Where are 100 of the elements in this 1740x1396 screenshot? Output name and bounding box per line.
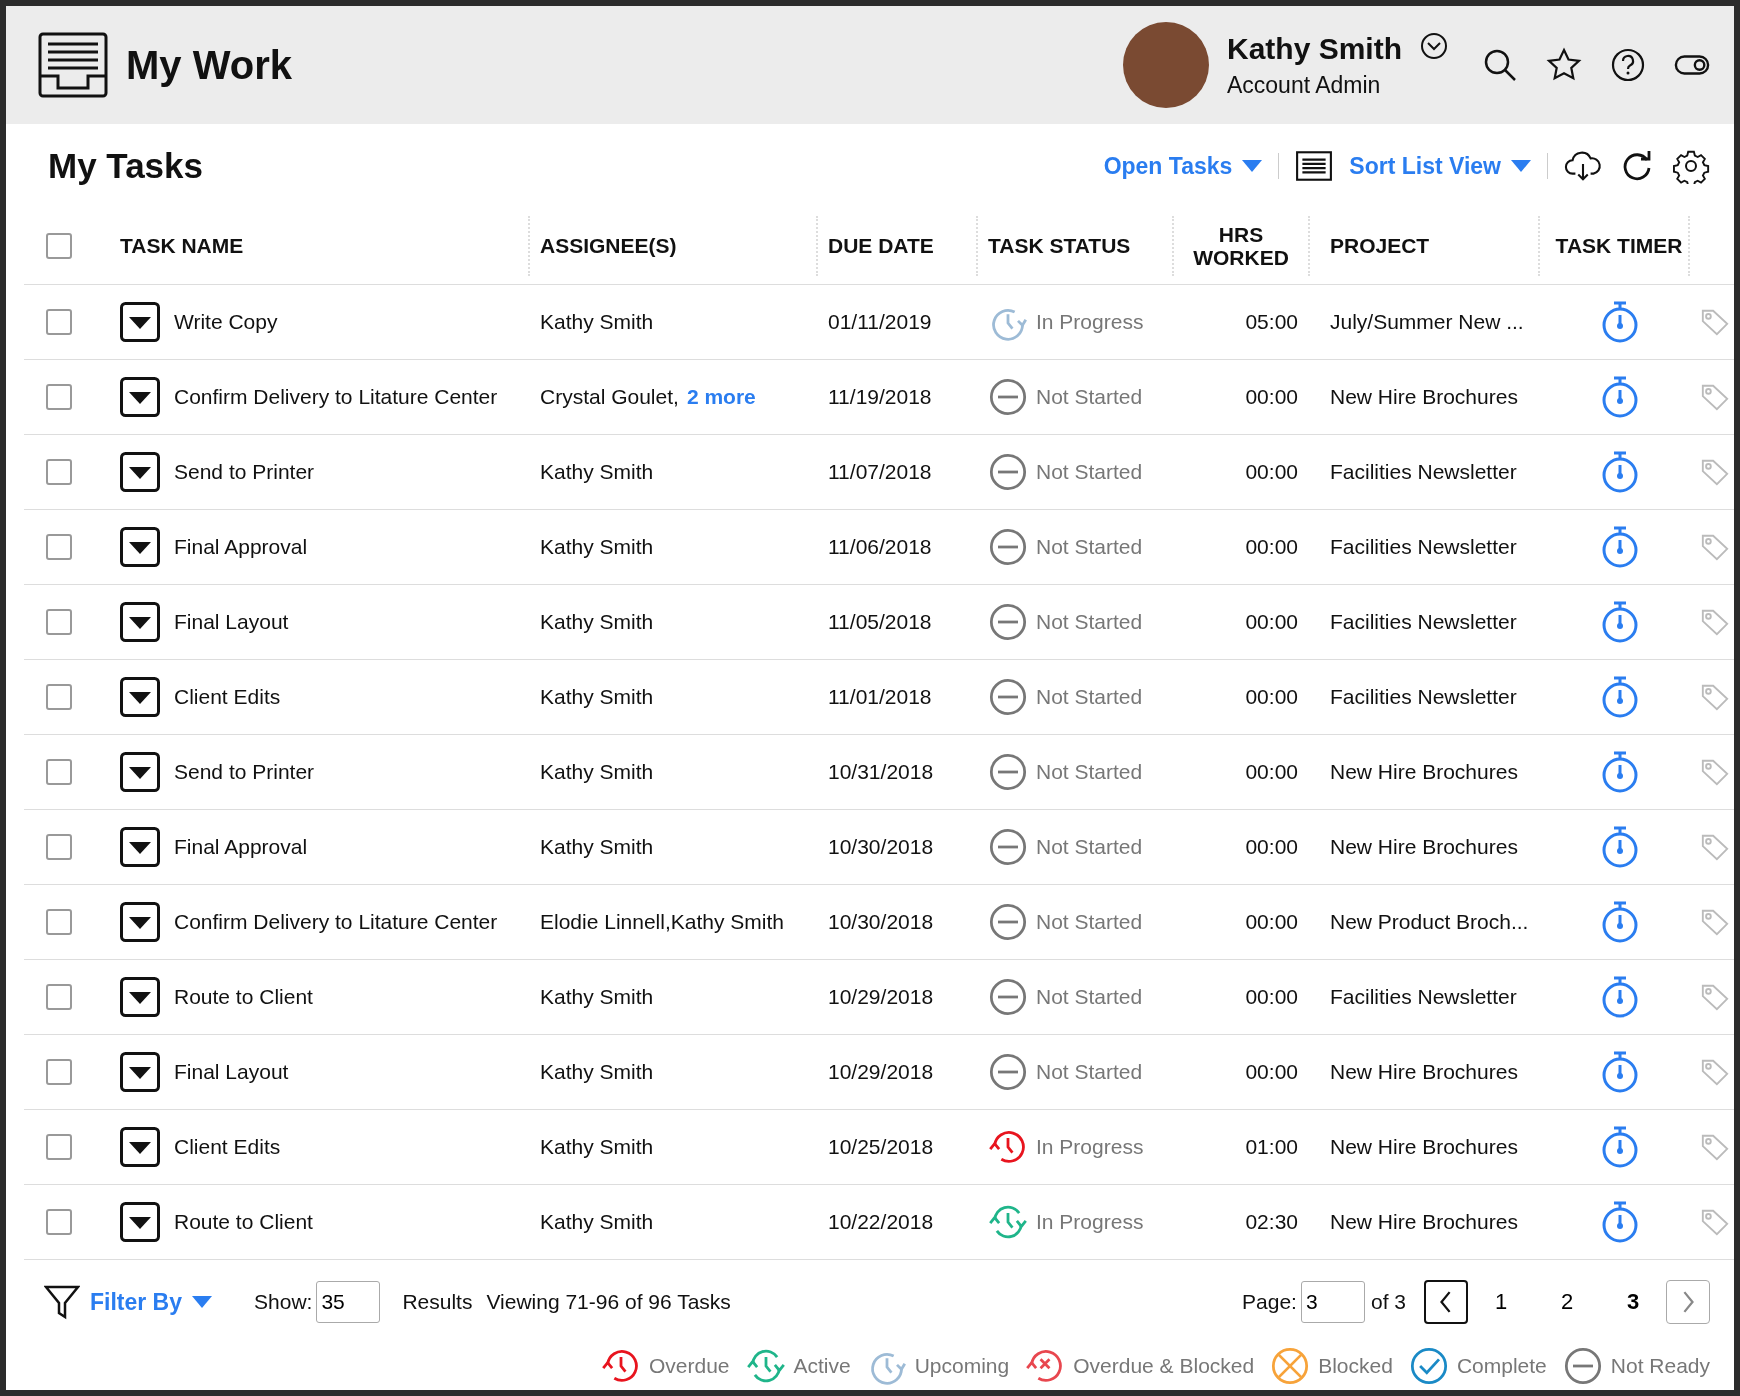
task-name[interactable]: Final Layout	[174, 610, 289, 634]
status-label: In Progress	[1036, 1135, 1144, 1159]
task-name[interactable]: Final Layout	[174, 1060, 289, 1084]
page-number[interactable]: 2	[1534, 1288, 1600, 1316]
dropdown-icon[interactable]	[120, 302, 160, 342]
due-date: 10/29/2018	[828, 1060, 934, 1084]
column-header[interactable]: DUE DATE	[828, 234, 934, 258]
show-count-field[interactable]: 35	[316, 1281, 381, 1323]
dropdown-icon[interactable]	[120, 377, 160, 417]
task-name[interactable]: Final Approval	[174, 535, 308, 559]
stopwatch-icon[interactable]	[1600, 450, 1640, 494]
task-name[interactable]: Write Copy	[174, 310, 278, 334]
stopwatch-icon[interactable]	[1600, 1050, 1640, 1094]
search-icon[interactable]	[1482, 47, 1518, 83]
dropdown-icon[interactable]	[120, 827, 160, 867]
caret-icon	[192, 1296, 213, 1308]
stopwatch-icon[interactable]	[1600, 975, 1640, 1019]
row-checkbox[interactable]	[46, 684, 72, 710]
dropdown-icon[interactable]	[120, 1052, 160, 1092]
row-checkbox[interactable]	[46, 834, 72, 860]
stopwatch-icon[interactable]	[1600, 750, 1640, 794]
hours-worked: 00:00	[1245, 910, 1298, 934]
page-field[interactable]: 3	[1300, 1281, 1365, 1323]
legend-label: Overdue & Blocked	[1073, 1354, 1255, 1378]
stopwatch-icon[interactable]	[1600, 600, 1640, 644]
dropdown-icon[interactable]	[120, 1202, 160, 1242]
project-name: July/Summer New ...	[1330, 310, 1524, 334]
task-name[interactable]: Route to Client	[174, 1210, 313, 1234]
dropdown-icon[interactable]	[120, 602, 160, 642]
dropdown-icon[interactable]	[120, 977, 160, 1017]
stopwatch-icon[interactable]	[1600, 825, 1640, 869]
stopwatch-icon[interactable]	[1600, 375, 1640, 419]
filter-by-dropdown[interactable]: Filter By	[90, 1288, 213, 1316]
task-name[interactable]: Client Edits	[174, 1135, 281, 1159]
row-checkbox[interactable]	[46, 309, 72, 335]
column-header[interactable]: HRS WORKED	[1184, 222, 1298, 270]
cross-circle-icon	[1270, 1346, 1311, 1386]
user-role: Account Admin	[1226, 71, 1382, 99]
page-number[interactable]: 3	[1600, 1288, 1666, 1316]
row-checkbox[interactable]	[46, 984, 72, 1010]
hours-worked: 00:00	[1245, 385, 1298, 409]
page-number[interactable]: 1	[1468, 1288, 1534, 1316]
due-date: 11/06/2018	[828, 535, 932, 559]
dropdown-icon[interactable]	[120, 1127, 160, 1167]
hours-worked: 00:00	[1245, 1060, 1298, 1084]
stopwatch-icon[interactable]	[1600, 1200, 1640, 1244]
dropdown-icon[interactable]	[120, 527, 160, 567]
task-name[interactable]: Confirm Delivery to Litature Center	[174, 910, 498, 934]
row-checkbox[interactable]	[46, 459, 72, 485]
task-name[interactable]: Route to Client	[174, 985, 313, 1009]
row-checkbox[interactable]	[46, 1134, 72, 1160]
task-name[interactable]: Confirm Delivery to Litature Center	[174, 385, 498, 409]
task-name[interactable]: Send to Printer	[174, 460, 315, 484]
project-name: New Hire Brochures	[1330, 835, 1518, 859]
sort-view-dropdown[interactable]: Sort List View	[1349, 152, 1531, 180]
dropdown-icon[interactable]	[120, 677, 160, 717]
assignee: Kathy Smith	[540, 460, 654, 484]
stopwatch-icon[interactable]	[1600, 900, 1640, 944]
row-checkbox[interactable]	[46, 1209, 72, 1235]
more-link[interactable]: 2 more	[686, 385, 756, 409]
row-checkbox[interactable]	[46, 1059, 72, 1085]
dropdown-icon[interactable]	[120, 452, 160, 492]
dropdown-icon[interactable]	[120, 752, 160, 792]
task-name[interactable]: Send to Printer	[174, 760, 315, 784]
hours-worked: 00:00	[1245, 760, 1298, 784]
stopwatch-icon[interactable]	[1600, 525, 1640, 569]
column-header[interactable]: TASK TIMER	[1555, 234, 1683, 258]
dropdown-icon[interactable]	[120, 902, 160, 942]
project-name: Facilities Newsletter	[1330, 460, 1517, 484]
hours-worked: 00:00	[1245, 460, 1298, 484]
user-name[interactable]: Kathy Smith	[1226, 31, 1402, 66]
column-header[interactable]: PROJECT	[1330, 234, 1430, 258]
list-icon[interactable]	[1295, 148, 1334, 184]
open-tasks-dropdown[interactable]: Open Tasks	[1103, 152, 1263, 180]
assignee: Kathy Smith	[540, 1060, 654, 1084]
task-name[interactable]: Client Edits	[174, 685, 281, 709]
column-header[interactable]: ASSIGNEE(S)	[540, 234, 677, 258]
row-checkbox[interactable]	[46, 384, 72, 410]
status-label: In Progress	[1036, 1210, 1144, 1234]
settings-icon[interactable]	[1672, 148, 1710, 184]
next-page-button[interactable]	[1666, 1280, 1710, 1324]
row-checkbox[interactable]	[46, 759, 72, 785]
filter-icon[interactable]	[44, 1284, 80, 1320]
inbox-tray-icon	[38, 32, 108, 98]
stopwatch-icon[interactable]	[1600, 1125, 1640, 1169]
previous-page-button[interactable]	[1424, 1280, 1468, 1324]
stopwatch-icon[interactable]	[1600, 300, 1640, 344]
task-name[interactable]: Final Approval	[174, 835, 308, 859]
minus-circle-icon	[988, 902, 1028, 942]
row-checkbox[interactable]	[46, 909, 72, 935]
hours-worked: 00:00	[1245, 985, 1298, 1009]
stopwatch-icon[interactable]	[1600, 675, 1640, 719]
row-checkbox[interactable]	[46, 609, 72, 635]
row-checkbox[interactable]	[46, 534, 72, 560]
column-header[interactable]: TASK STATUS	[988, 234, 1131, 258]
column-header[interactable]: TASK NAME	[120, 234, 244, 258]
select-all-checkbox[interactable]	[46, 233, 72, 259]
help-icon[interactable]	[1610, 47, 1646, 83]
chevron-down-icon[interactable]	[1420, 32, 1448, 60]
star-icon[interactable]	[1546, 47, 1582, 83]
